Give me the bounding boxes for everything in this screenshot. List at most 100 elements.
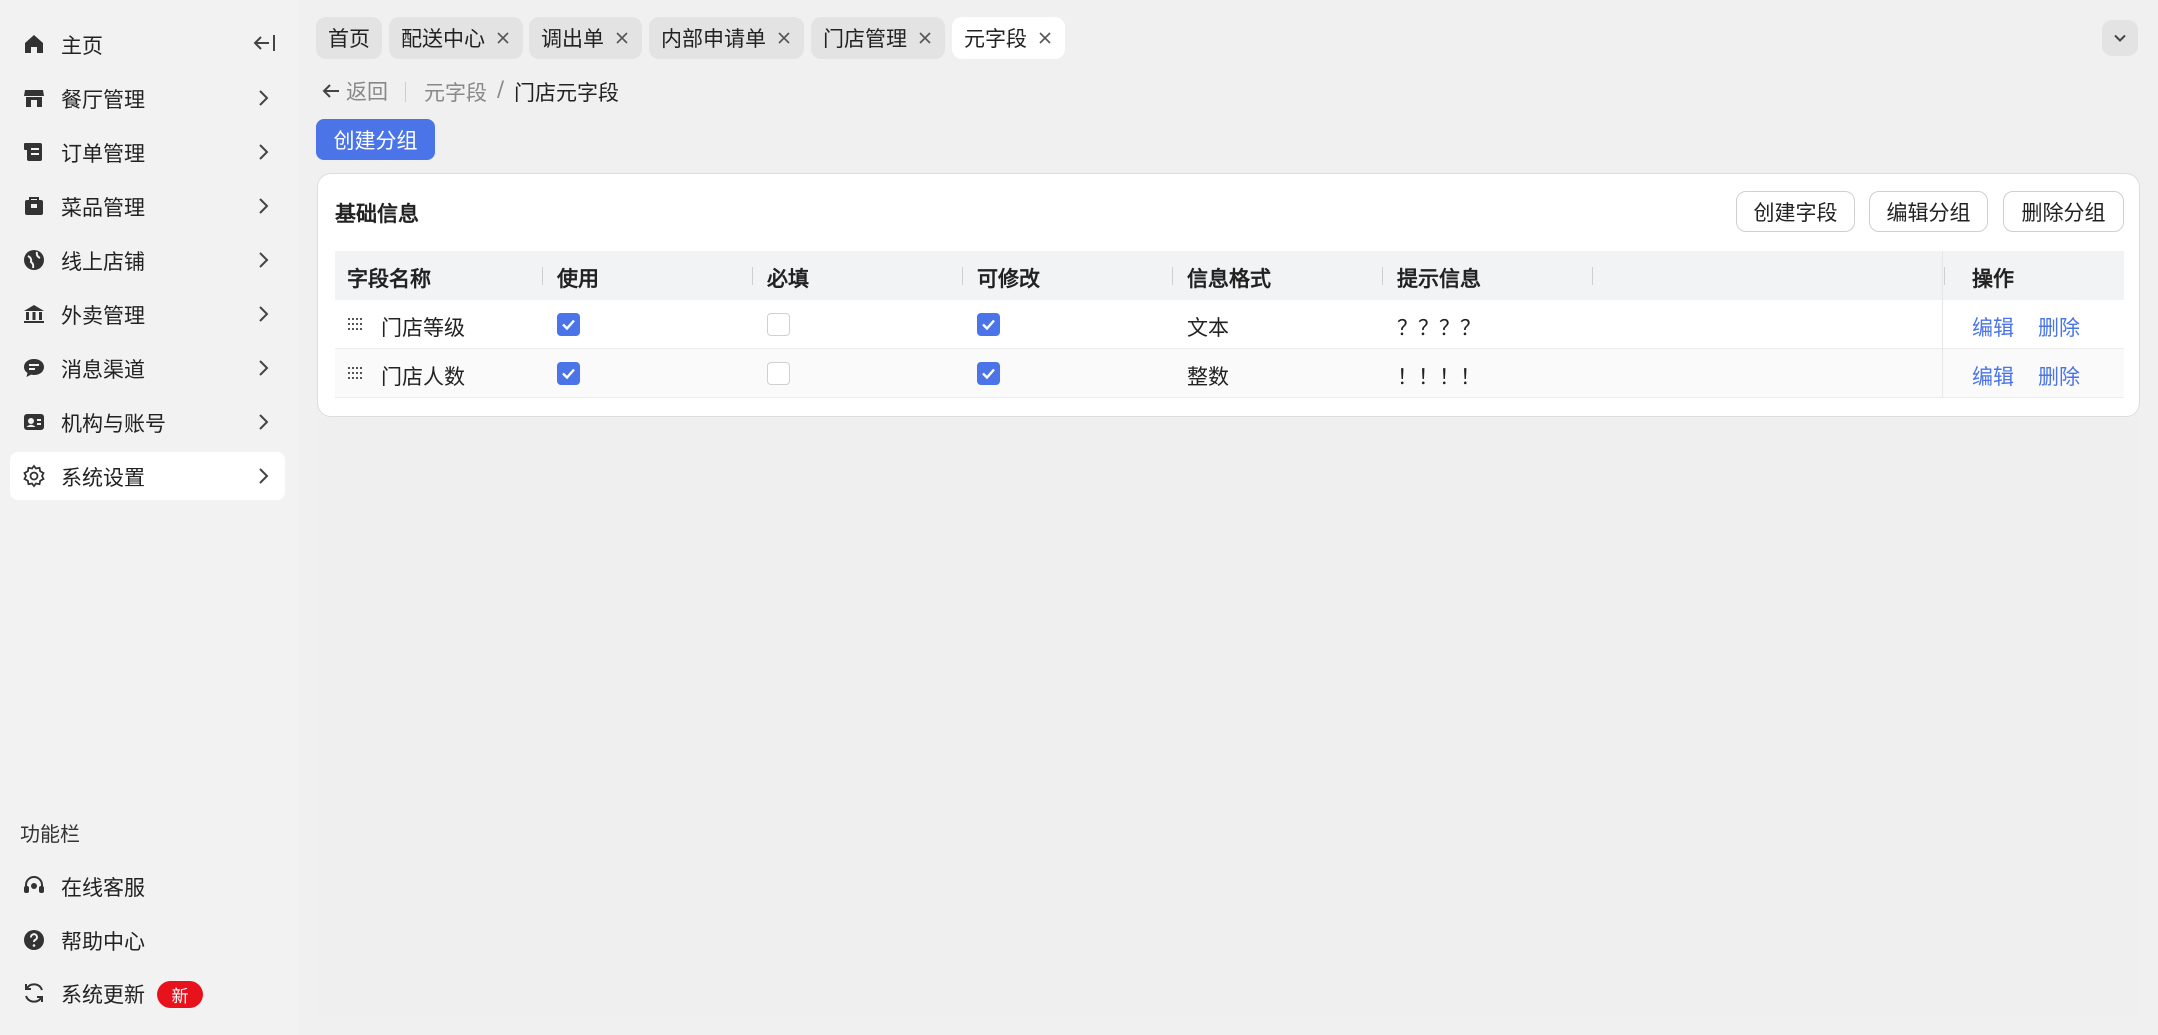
arrow-left-icon — [322, 84, 339, 98]
refresh-icon — [25, 983, 43, 1003]
drag-handle-icon[interactable] — [347, 317, 365, 331]
column-header: 必填 — [767, 267, 809, 291]
column-resizer[interactable] — [1382, 267, 1383, 285]
sidebar-item-label: 餐厅管理 — [61, 88, 145, 112]
back-link[interactable]: 返回 — [320, 76, 388, 106]
sidebar-item-online-store[interactable]: 线上店铺 — [10, 236, 285, 284]
sidebar-item-orders[interactable]: 订单管理 — [10, 128, 285, 176]
required-checkbox[interactable] — [767, 362, 790, 385]
fixed-column-divider — [1942, 251, 1943, 398]
store-icon — [24, 90, 44, 107]
column-header: 信息格式 — [1187, 267, 1271, 291]
edit-link[interactable]: 编辑 — [1972, 361, 2014, 391]
field-name: 门店人数 — [381, 365, 465, 389]
tab-meta-fields[interactable]: 元字段 — [952, 17, 1065, 59]
table-row: 门店人数 整数 ！！！！ 编辑 删除 — [335, 349, 2124, 398]
close-icon[interactable] — [917, 30, 933, 46]
tab-internal-request[interactable]: 内部申请单 — [649, 17, 804, 59]
field-name: 门店等级 — [381, 316, 465, 340]
column-resizer[interactable] — [1944, 267, 1945, 285]
sidebar-tool-label: 在线客服 — [61, 876, 145, 900]
column-resizer[interactable] — [962, 267, 963, 285]
close-icon[interactable] — [1037, 30, 1053, 46]
tab-label: 元字段 — [964, 27, 1027, 51]
sidebar-tool-help-center[interactable]: 帮助中心 — [10, 916, 285, 964]
sidebar: 主页 餐厅管理 订单管理 菜品管理 线上店铺 外卖管理 消息渠道 机构与账号 系… — [0, 0, 298, 1035]
sidebar-item-system-settings[interactable]: 系统设置 — [10, 452, 285, 500]
sidebar-tool-label: 系统更新 — [61, 983, 145, 1007]
column-header: 使用 — [557, 267, 599, 291]
drag-handle-icon[interactable] — [347, 366, 365, 380]
tab-store-management[interactable]: 门店管理 — [811, 17, 945, 59]
sidebar-item-delivery[interactable]: 外卖管理 — [10, 290, 285, 338]
group-title: 基础信息 — [335, 202, 419, 226]
column-resizer[interactable] — [1172, 267, 1173, 285]
check-icon — [982, 319, 995, 331]
chevron-right-icon — [259, 198, 269, 214]
hint-text: ？？？？ — [1397, 316, 1481, 340]
order-icon — [24, 143, 42, 161]
sidebar-item-label: 主页 — [61, 34, 103, 58]
column-resizer[interactable] — [542, 267, 543, 285]
required-checkbox[interactable] — [767, 313, 790, 336]
sidebar-item-label: 订单管理 — [61, 142, 145, 166]
close-icon[interactable] — [495, 30, 511, 46]
new-badge: 新 — [157, 981, 203, 1008]
sidebar-item-label: 机构与账号 — [61, 412, 166, 436]
check-icon — [562, 368, 575, 380]
sidebar-item-org-accounts[interactable]: 机构与账号 — [10, 398, 285, 446]
chevron-right-icon — [259, 468, 269, 484]
tab-label: 门店管理 — [823, 27, 907, 51]
chevron-right-icon — [259, 414, 269, 430]
column-header: 可修改 — [977, 267, 1040, 291]
sidebar-tool-online-support[interactable]: 在线客服 — [10, 862, 285, 910]
home-icon — [25, 35, 43, 53]
tab-label: 内部申请单 — [661, 27, 766, 51]
dish-icon — [25, 197, 43, 215]
column-resizer[interactable] — [752, 267, 753, 285]
breadcrumb-parent[interactable]: 元字段 — [424, 77, 487, 107]
sidebar-item-label: 外卖管理 — [61, 304, 145, 328]
tab-label: 调出单 — [541, 27, 604, 51]
hint-text: ！！！！ — [1397, 365, 1481, 389]
column-header: 提示信息 — [1397, 267, 1481, 291]
sidebar-item-restaurant[interactable]: 餐厅管理 — [10, 74, 285, 122]
create-field-button[interactable]: 创建字段 — [1736, 191, 1855, 232]
tab-distribution-center[interactable]: 配送中心 — [389, 17, 523, 59]
tab-home[interactable]: 首页 — [316, 17, 382, 59]
tabs-dropdown-button[interactable] — [2102, 20, 2138, 56]
headset-icon — [24, 876, 44, 893]
sidebar-item-dishes[interactable]: 菜品管理 — [10, 182, 285, 230]
create-group-button[interactable]: 创建分组 — [316, 119, 435, 160]
close-icon[interactable] — [776, 30, 792, 46]
sidebar-item-home[interactable]: 主页 — [10, 20, 285, 68]
chevron-right-icon — [259, 252, 269, 268]
delete-group-button[interactable]: 删除分组 — [2003, 191, 2124, 232]
sidebar-tool-label: 帮助中心 — [61, 930, 145, 954]
breadcrumb-separator: / — [497, 77, 505, 101]
tab-label: 首页 — [328, 27, 370, 51]
check-icon — [982, 368, 995, 380]
close-icon[interactable] — [614, 30, 630, 46]
delivery-icon — [24, 305, 44, 323]
use-checkbox[interactable] — [557, 362, 580, 385]
account-icon — [24, 414, 44, 430]
editable-checkbox[interactable] — [977, 362, 1000, 385]
delete-link[interactable]: 删除 — [2038, 361, 2080, 391]
delete-link[interactable]: 删除 — [2038, 312, 2080, 342]
check-icon — [562, 319, 575, 331]
sidebar-item-label: 菜品管理 — [61, 196, 145, 220]
gear-icon — [23, 464, 45, 488]
info-format: 整数 — [1187, 365, 1229, 389]
sidebar-item-label: 系统设置 — [61, 466, 145, 490]
sidebar-item-label: 消息渠道 — [61, 358, 145, 382]
sidebar-tool-system-update[interactable]: 系统更新 — [10, 969, 285, 1017]
editable-checkbox[interactable] — [977, 313, 1000, 336]
edit-group-button[interactable]: 编辑分组 — [1869, 191, 1988, 232]
column-resizer[interactable] — [1592, 267, 1593, 285]
edit-link[interactable]: 编辑 — [1972, 312, 2014, 342]
sidebar-item-messages[interactable]: 消息渠道 — [10, 344, 285, 392]
tab-transfer-out[interactable]: 调出单 — [529, 17, 642, 59]
sidebar-item-label: 线上店铺 — [61, 250, 145, 274]
use-checkbox[interactable] — [557, 313, 580, 336]
